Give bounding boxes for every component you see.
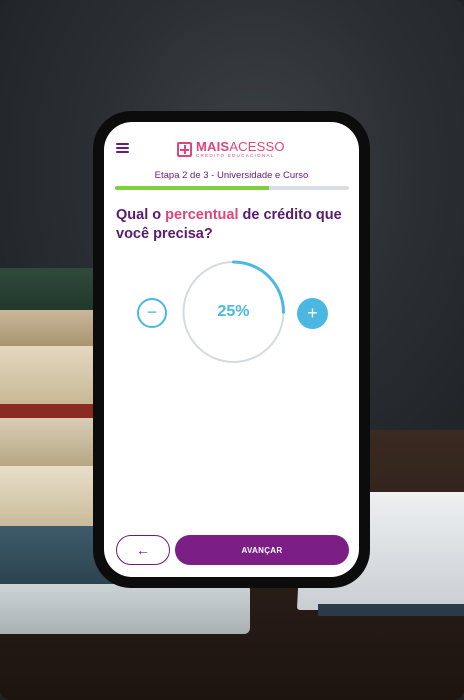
logo-text: MAISACESSO CRÉDITO EDUCACIONAL bbox=[196, 140, 285, 159]
brand-logo: MAISACESSO CRÉDITO EDUCACIONAL bbox=[177, 139, 285, 159]
back-button[interactable]: ← bbox=[116, 535, 170, 565]
decrease-button[interactable]: − bbox=[137, 298, 167, 328]
step-progress-bar bbox=[115, 186, 349, 190]
hamburger-menu-icon[interactable] bbox=[116, 143, 129, 153]
question-highlight: percentual bbox=[165, 207, 239, 223]
background-book bbox=[0, 346, 106, 404]
arrow-left-icon: ← bbox=[136, 542, 150, 558]
percentage-value: 25% bbox=[217, 303, 250, 320]
app-header: MAISACESSO CRÉDITO EDUCACIONAL bbox=[104, 122, 359, 166]
percentage-dial: 25% bbox=[181, 259, 286, 365]
minus-icon: − bbox=[146, 302, 158, 322]
logo-wordmark: MAISACESSO bbox=[196, 138, 285, 154]
phone-screen: MAISACESSO CRÉDITO EDUCACIONAL Etapa 2 d… bbox=[104, 122, 359, 577]
step-progress-fill bbox=[115, 186, 270, 190]
logo-plus-icon bbox=[177, 141, 192, 157]
background-book bbox=[0, 584, 250, 634]
plus-icon: + bbox=[307, 303, 318, 323]
background-notebook-cover bbox=[318, 604, 464, 616]
increase-button[interactable]: + bbox=[297, 298, 328, 329]
logo-tagline: CRÉDITO EDUCACIONAL bbox=[196, 152, 275, 158]
next-button[interactable]: AVANÇAR bbox=[175, 535, 349, 565]
step-indicator: Etapa 2 de 3 - Universidade e Curso bbox=[154, 170, 309, 181]
question-title: Qual o percentual de crédito que você pr… bbox=[116, 207, 342, 242]
